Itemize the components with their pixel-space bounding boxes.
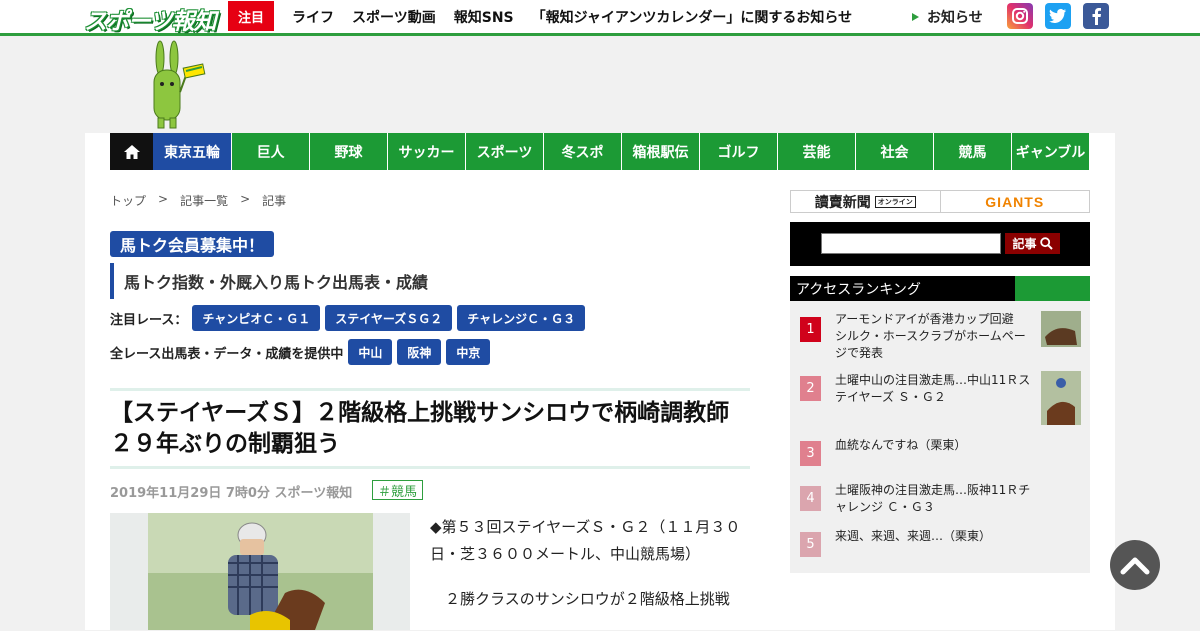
- ranking-title: アクセスランキング: [796, 281, 921, 298]
- main-nav-golf[interactable]: ゴルフ: [699, 133, 777, 170]
- umatoku-subtitle: 馬トク指数・外厩入り馬トク出馬表・成績: [110, 263, 428, 299]
- main-nav-hakone-ekiden[interactable]: 箱根駅伝: [621, 133, 699, 170]
- article-meta: 2019年11月29日 7時0分 スポーツ報知: [110, 486, 353, 501]
- rank-title: アーモンドアイが香港カップ回避 シルク・ホースクラブがホームページで発表: [835, 312, 1026, 360]
- rank-thumbnail: [1041, 311, 1081, 347]
- main-nav-horse-racing[interactable]: 競馬: [933, 133, 1011, 170]
- top-bar: スポーツ報知 注目 ライフ スポーツ動画 報知SNS 「報知ジャイアンツカレンダ…: [0, 0, 1200, 36]
- home-icon[interactable]: [110, 133, 153, 170]
- main-nav-entertainment[interactable]: 芸能: [777, 133, 855, 170]
- chevron-up-icon: [1120, 557, 1150, 575]
- rank-number: 5: [800, 532, 821, 557]
- scroll-to-top-button[interactable]: [1110, 540, 1160, 590]
- mascot-illustration: [148, 40, 208, 130]
- giants-link[interactable]: GIANTS: [941, 191, 1090, 212]
- top-nav-sports-video[interactable]: スポーツ動画: [352, 7, 436, 27]
- article-paragraph: ２勝クラスのサンシロウが２階級格上挑戦: [445, 590, 730, 608]
- rank-title: 来週、来週、来週…（栗東）: [835, 529, 992, 543]
- race-tag-champions-cup[interactable]: チャンピオＣ・Ｇ１: [192, 305, 321, 331]
- rank-title: 血統なんですね（栗東）: [835, 438, 967, 452]
- twitter-icon[interactable]: [1045, 3, 1071, 29]
- notice-link[interactable]: お知らせ: [912, 0, 983, 33]
- ranking-item[interactable]: 5 来週、来週、来週…（栗東）: [800, 529, 1080, 569]
- top-nav: ライフ スポーツ動画 報知SNS 「報知ジャイアンツカレンダー」に関するお知らせ: [292, 0, 852, 33]
- venue-tag-hanshin[interactable]: 阪神: [397, 339, 442, 365]
- breadcrumb-current: 記事: [262, 194, 287, 208]
- top-nav-hochi-sns[interactable]: 報知SNS: [454, 7, 514, 27]
- all-races-row: 全レース出馬表・データ・成績を提供中 中山 阪神 中京: [110, 339, 491, 365]
- main-nav-soccer[interactable]: サッカー: [387, 133, 465, 170]
- main-nav-sports[interactable]: スポーツ: [465, 133, 543, 170]
- sponsor-banner: 讀賣新聞 オンライン GIANTS: [790, 190, 1090, 213]
- ranking-item[interactable]: 3 血統なんですね（栗東）: [800, 437, 1080, 477]
- main-nav-baseball[interactable]: 野球: [309, 133, 387, 170]
- article-paragraph: ◆第５３回ステイヤーズＳ・Ｇ２（１１月３０日・芝３６００メートル、中山競馬場）: [430, 518, 741, 563]
- hot-topics-button[interactable]: 注目: [228, 1, 274, 31]
- umatoku-signup-banner[interactable]: 馬トク会員募集中！: [110, 231, 275, 257]
- search-button-label: 記事: [1012, 237, 1037, 251]
- breadcrumb-top[interactable]: トップ: [110, 192, 146, 209]
- main-nav-tokyo-olympics[interactable]: 東京五輪: [153, 133, 231, 170]
- main-nav-giants[interactable]: 巨人: [231, 133, 309, 170]
- race-tag-stayers-stakes[interactable]: ステイヤーズＳＧ２: [325, 305, 453, 331]
- search-box: 記事: [790, 222, 1090, 266]
- facebook-icon[interactable]: [1083, 3, 1109, 29]
- site-logo[interactable]: スポーツ報知: [84, 2, 217, 35]
- main-nav-winter-sports[interactable]: 冬スポ: [543, 133, 621, 170]
- rank-thumbnail: [1041, 371, 1081, 425]
- yomiuri-online-link[interactable]: 讀賣新聞 オンライン: [791, 191, 941, 212]
- article-body: ◆第５３回ステイヤーズＳ・Ｇ２（１１月３０日・芝３６００メートル、中山競馬場） …: [430, 514, 748, 631]
- rank-number: 3: [800, 441, 821, 466]
- ranking-item[interactable]: 4 土曜阪神の注目激走馬…阪神11Ｒチャレンジ Ｃ・Ｇ３: [800, 483, 1080, 523]
- breadcrumb-separator: >: [158, 192, 169, 206]
- search-input[interactable]: [821, 233, 1001, 254]
- category-tag[interactable]: ＃競馬: [372, 480, 424, 500]
- ranking-item[interactable]: 1 アーモンドアイが香港カップ回避 シルク・ホースクラブがホームページで発表: [800, 309, 1081, 360]
- ranking-list: 1 アーモンドアイが香港カップ回避 シルク・ホースクラブがホームページで発表 2…: [790, 301, 1090, 573]
- headline-divider-bottom: [110, 466, 750, 469]
- rank-number: 4: [800, 486, 821, 511]
- rank-number: 1: [800, 317, 821, 342]
- breadcrumb-article-list[interactable]: 記事一覧: [180, 192, 228, 209]
- rank-title: 土曜中山の注目激走馬…中山11Ｒステイヤーズ Ｓ・Ｇ２: [835, 373, 1031, 404]
- article-headline: 【ステイヤーズＳ】２階級格上挑戦サンシロウで柄崎調教師２９年ぶりの制覇狙う: [110, 400, 730, 457]
- ranking-header: アクセスランキング: [790, 276, 1090, 301]
- breadcrumb-separator: >: [240, 192, 251, 206]
- breadcrumb: トップ > 記事一覧 > 記事: [110, 192, 286, 209]
- search-button[interactable]: 記事: [1005, 233, 1060, 254]
- notice-label: お知らせ: [927, 9, 983, 26]
- article-photo[interactable]: [110, 513, 410, 630]
- main-nav-society[interactable]: 社会: [855, 133, 933, 170]
- rank-title: 土曜阪神の注目激走馬…阪神11Ｒチャレンジ Ｃ・Ｇ３: [835, 483, 1031, 514]
- all-races-label: 全レース出馬表・データ・成績を提供中: [110, 346, 344, 362]
- headline-divider-top: [110, 388, 750, 391]
- top-nav-life[interactable]: ライフ: [292, 7, 334, 27]
- yomiuri-online-badge: オンライン: [874, 195, 916, 208]
- rank-number: 2: [800, 376, 821, 401]
- top-nav-calendar-notice[interactable]: 「報知ジャイアンツカレンダー」に関するお知らせ: [532, 7, 852, 27]
- venue-tag-nakayama[interactable]: 中山: [348, 339, 393, 365]
- yomiuri-label: 讀賣新聞: [814, 194, 871, 211]
- featured-races-label: 注目レース：: [110, 312, 188, 328]
- ranking-header-accent: [1015, 276, 1090, 301]
- triangle-right-icon: [912, 12, 919, 21]
- main-nav: 東京五輪 巨人 野球 サッカー スポーツ 冬スポ 箱根駅伝 ゴルフ 芸能 社会 …: [110, 133, 1089, 170]
- ranking-item[interactable]: 2 土曜中山の注目激走馬…中山11Ｒステイヤーズ Ｓ・Ｇ２: [800, 371, 1081, 427]
- main-nav-gamble[interactable]: ギャンブル: [1011, 133, 1089, 170]
- race-tag-challenge-cup[interactable]: チャレンジＣ・Ｇ３: [457, 305, 586, 331]
- featured-races-row: 注目レース： チャンピオＣ・Ｇ１ ステイヤーズＳＧ２ チャレンジＣ・Ｇ３: [110, 305, 586, 331]
- search-icon: [1039, 237, 1053, 250]
- venue-tag-chukyo[interactable]: 中京: [446, 339, 491, 365]
- instagram-icon[interactable]: [1007, 3, 1033, 29]
